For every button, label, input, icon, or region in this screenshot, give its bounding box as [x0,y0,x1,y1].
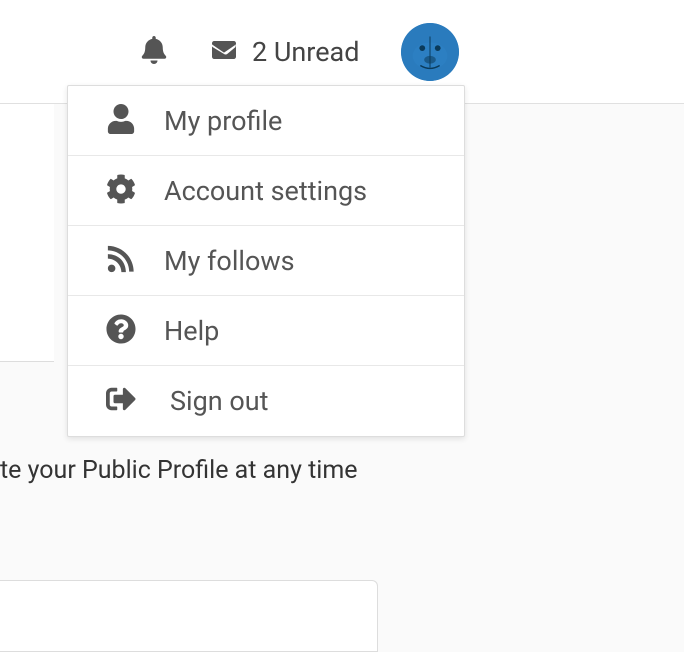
rss-icon [106,244,136,278]
page-hint-text: te your Public Profile at any time [0,456,358,485]
dropdown-item-help[interactable]: Help [68,296,464,366]
unread-count-label: 2 Unread [252,36,359,68]
dropdown-item-profile[interactable]: My profile [68,86,464,156]
left-white-strip [0,104,54,362]
mail-icon [208,38,240,66]
help-icon [106,314,136,348]
dropdown-label: My follows [164,245,295,277]
sign-out-icon [106,384,136,418]
dropdown-label: Account settings [164,175,367,207]
dropdown-item-follows[interactable]: My follows [68,226,464,296]
dropdown-label: My profile [164,105,282,137]
bell-icon[interactable] [140,36,168,68]
dropdown-item-signout[interactable]: Sign out [68,366,464,436]
dropdown-item-settings[interactable]: Account settings [68,156,464,226]
user-dropdown: My profile Account settings My follows H… [67,85,465,437]
user-icon [106,104,136,138]
partial-panel [0,580,378,652]
mail-unread-group[interactable]: 2 Unread [208,36,359,68]
gear-icon [106,174,136,208]
avatar[interactable] [401,23,459,81]
dropdown-label: Sign out [170,385,268,417]
dropdown-label: Help [164,315,219,347]
